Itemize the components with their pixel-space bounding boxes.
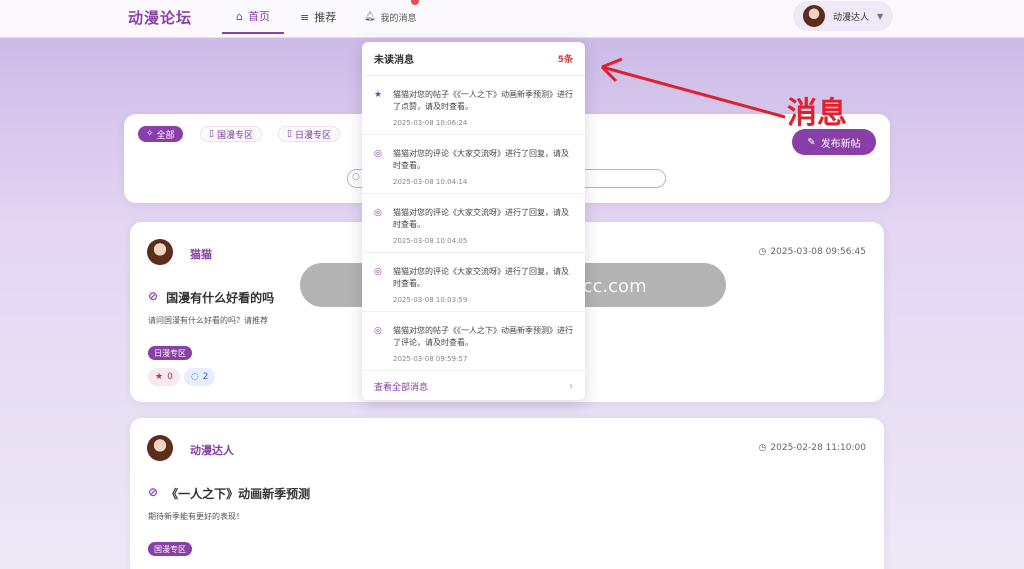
star-icon: ★ [374,90,383,100]
new-post-label: 发布新帖 [820,138,861,150]
chip-jp-label: 日漫专区 [294,130,331,141]
magic-icon: ✧ [146,129,154,139]
notification-time: 2025-03-08 09:59:57 [393,355,468,363]
chip-cn-anime[interactable]: ▯ 国漫专区 [200,126,262,142]
notification-time: 2025-03-08 10:03:59 [393,296,468,304]
nav-messages[interactable]: 🔔︎ 我的消息 [364,0,416,34]
post-description: 请问国漫有什么好看的吗？请推荐 [148,316,268,325]
post-tag[interactable]: 国漫专区 [148,542,192,556]
search-icon: ○ [352,172,360,182]
like-button[interactable]: ★ 0 [148,368,180,386]
comment-icon: ◎ [374,267,382,277]
notification-item[interactable]: ◎ 猫猫对您的评论《大家交流呀》进行了回复，请及时查看。 2025-03-08 … [362,135,585,194]
pencil-icon: ✎ [807,136,816,148]
notification-text: 猫猫对您的评论《大家交流呀》进行了回复，请及时查看。 [393,208,569,229]
comment-button[interactable]: ◌ 2 [183,368,216,386]
post-title-text: 国漫有什么好看的吗 [166,291,275,305]
view-all-label: 查看全部消息 [374,382,429,393]
chip-cn-label: 国漫专区 [216,130,253,141]
notification-item[interactable]: ★ 猫猫对您的帖子《《一人之下》动画新季预测》进行了点赞，请及时查看。 2025… [362,76,585,135]
nav-messages-label: 我的消息 [380,13,417,24]
paperclip-icon: ⊘ [148,485,159,499]
top-navbar: 动漫论坛 ⌂ 首页 ≡ 推荐 🔔︎ 我的消息 动漫达人 ▼ [0,0,1024,38]
chip-jp-anime[interactable]: ▯ 日漫专区 [278,126,340,142]
comment-icon: ◎ [374,326,382,336]
notification-time: 2025-03-08 10:04:14 [393,178,468,186]
nav-recommend[interactable]: ≡ 推荐 [300,0,336,34]
notification-item[interactable]: ◎ 猫猫对您的评论《大家交流呀》进行了回复，请及时查看。 2025-03-08 … [362,194,585,253]
nav-home-label: 首页 [247,10,270,23]
post-stats: ★ 0 ◌ 2 [148,368,216,386]
post-author[interactable]: 猫猫 [190,246,212,262]
site-logo[interactable]: 动漫论坛 [128,7,192,28]
annotation-arrow [600,57,786,119]
unread-count: 5条 [557,55,573,65]
nav-recommend-label: 推荐 [314,11,337,24]
chip-all-label: 全部 [156,130,175,141]
notification-item[interactable]: ◎ 猫猫对您的帖子《《一人之下》动画新季预测》进行了评论，请及时查看。 2025… [362,312,585,371]
post-title[interactable]: ⊘ 国漫有什么好看的吗 [148,289,274,306]
post-time-text: 2025-03-08 09:56:45 [770,247,866,257]
home-icon: ⌂ [236,9,243,23]
dropdown-header: 未读消息 5条 [362,42,585,76]
notification-dot [411,0,419,5]
clock-icon: ◷ [758,443,767,453]
caret-down-icon: ▼ [877,11,884,21]
comment-icon: ◌ [190,372,199,382]
post-time: ◷ 2025-02-28 11:10:00 [759,443,866,453]
chevron-right-icon: › [569,380,573,392]
stack-icon: ≡ [300,10,310,24]
star-icon: ★ [155,372,164,382]
dropdown-title: 未读消息 [374,55,414,66]
post-author[interactable]: 动漫达人 [190,442,234,458]
notification-text: 猫猫对您的评论《大家交流呀》进行了回复，请及时查看。 [393,149,569,170]
bookmark-icon: ▯ [287,129,292,139]
post-title-text: 《一人之下》动画新季预测 [166,487,311,501]
comment-icon: ◎ [374,149,382,159]
post-time-text: 2025-02-28 11:10:00 [770,443,866,453]
notification-time: 2025-03-08 10:04:05 [393,237,468,245]
annotation-label: 消息 [787,96,847,131]
view-all-link[interactable]: 查看全部消息 › [362,371,585,401]
post-time: ◷ 2025-03-08 09:56:45 [759,247,866,257]
post-card[interactable]: 动漫达人 ◷ 2025-02-28 11:10:00 ⊘ 《一人之下》动画新季预… [130,418,884,569]
user-menu[interactable]: 动漫达人 ▼ [793,1,893,31]
comment-icon: ◎ [374,208,382,218]
post-title[interactable]: ⊘ 《一人之下》动画新季预测 [148,485,310,502]
clock-icon: ◷ [758,247,767,257]
bell-icon: 🔔︎ [364,12,376,22]
new-post-button[interactable]: ✎ 发布新帖 [792,129,876,155]
paperclip-icon: ⊘ [148,289,159,303]
like-count: 0 [167,372,173,382]
author-avatar [147,239,173,265]
notification-text: 猫猫对您的帖子《《一人之下》动画新季预测》进行了评论，请及时查看。 [393,326,573,347]
nav-home[interactable]: ⌂ 首页 [222,0,284,34]
user-avatar [803,5,825,27]
post-tag[interactable]: 日漫专区 [148,346,192,360]
notification-item[interactable]: ◎ 猫猫对您的评论《大家交流呀》进行了回复，请及时查看。 2025-03-08 … [362,253,585,312]
user-name: 动漫达人 [833,12,870,23]
notification-text: 猫猫对您的评论《大家交流呀》进行了回复，请及时查看。 [393,267,569,288]
author-avatar [147,435,173,461]
bookmark-icon: ▯ [209,129,214,139]
comment-count: 2 [202,372,209,382]
notification-time: 2025-03-08 10:06:24 [393,119,468,127]
notification-dropdown: 未读消息 5条 ★ 猫猫对您的帖子《《一人之下》动画新季预测》进行了点赞，请及时… [362,42,585,400]
chip-all[interactable]: ✧ 全部 [138,126,183,142]
notification-text: 猫猫对您的帖子《《一人之下》动画新季预测》进行了点赞，请及时查看。 [393,90,573,111]
post-description: 期待新季能有更好的表现！ [148,512,244,521]
